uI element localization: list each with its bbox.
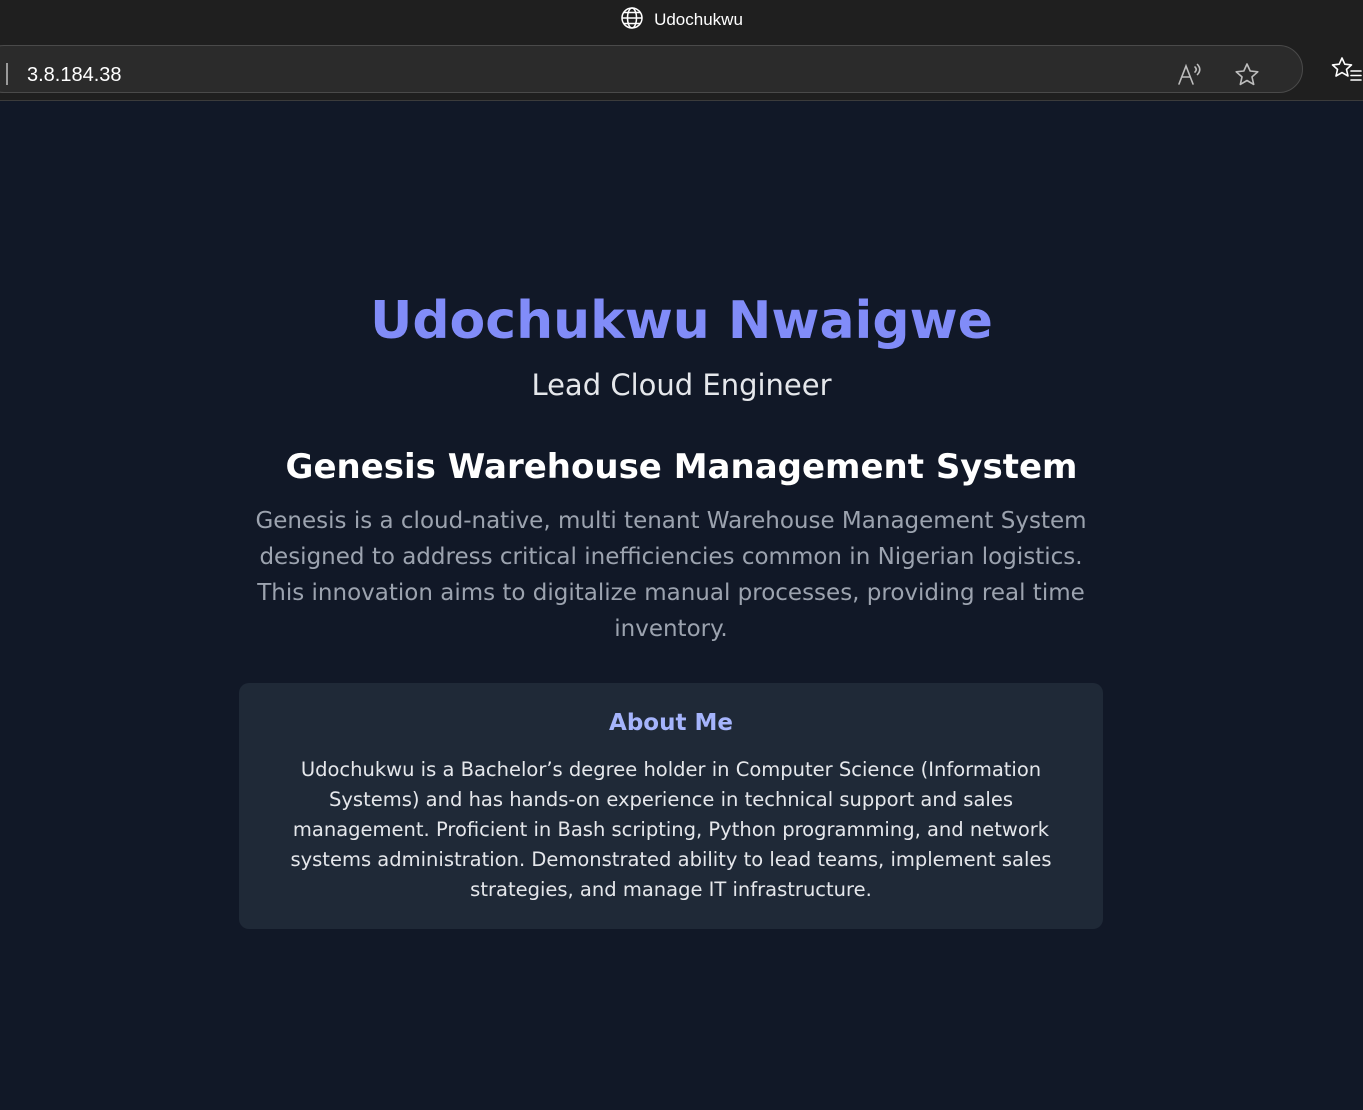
browser-title-bar: Udochukwu [0, 0, 1363, 40]
tab-title-group[interactable]: Udochukwu [620, 6, 743, 34]
profile-role: Lead Cloud Engineer [531, 368, 832, 402]
browser-toolbar: 3.8.184.38 [0, 40, 1363, 101]
about-text: Udochukwu is a Bachelor’s degree holder … [290, 758, 1052, 901]
favorite-star-icon[interactable] [1233, 61, 1261, 89]
project-title: Genesis Warehouse Management System [285, 447, 1078, 487]
project-description: Genesis is a cloud-native, multi tenant … [255, 508, 1087, 642]
favorites-list-icon[interactable] [1330, 55, 1362, 83]
address-bar[interactable]: 3.8.184.38 [0, 45, 1303, 93]
page-content: Udochukwu Nwaigwe Lead Cloud Engineer Ge… [0, 101, 1363, 1110]
about-card: About Me Udochukwu is a Bachelor’s degre… [239, 683, 1103, 929]
profile-name: Udochukwu Nwaigwe [370, 291, 993, 351]
text-cursor [6, 63, 8, 85]
tab-title: Udochukwu [654, 10, 743, 29]
globe-icon [620, 6, 644, 34]
about-heading: About Me [609, 710, 733, 736]
read-aloud-icon[interactable] [1175, 61, 1203, 89]
url-text[interactable]: 3.8.184.38 [27, 63, 122, 87]
